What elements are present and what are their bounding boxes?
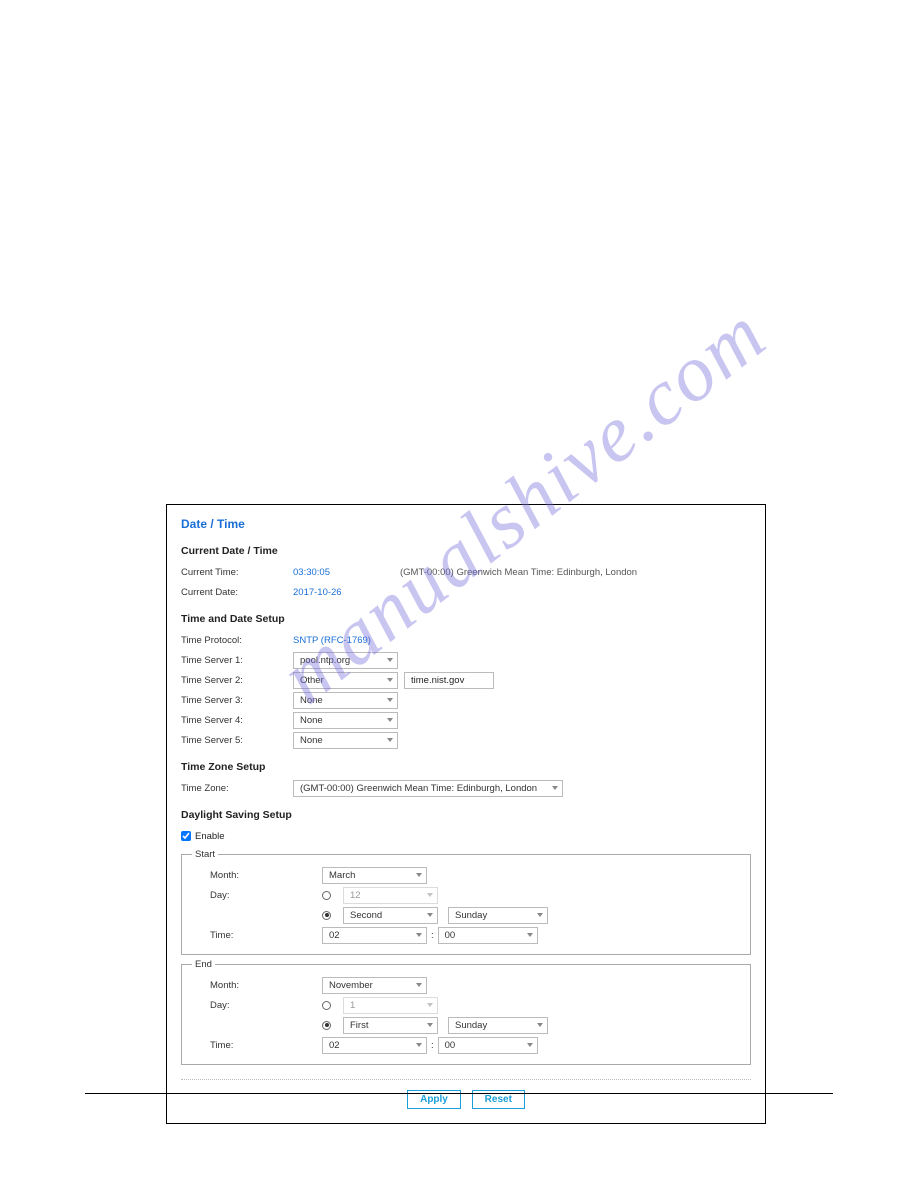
time-protocol-value: SNTP (RFC-1769)	[293, 635, 371, 646]
chevron-down-icon	[416, 1043, 422, 1047]
end-weekday-select[interactable]: Sunday	[448, 1017, 548, 1034]
start-hour-select[interactable]: 02	[322, 927, 427, 944]
start-day-radio-rule[interactable]	[322, 911, 331, 920]
dst-enable-label: Enable	[195, 831, 225, 842]
current-time-value: 03:30:05	[293, 567, 330, 578]
section-dst-setup: Daylight Saving Setup	[181, 809, 751, 821]
chevron-down-icon	[427, 1023, 433, 1027]
chevron-down-icon	[537, 1023, 543, 1027]
dst-start-group: Start Month: March Day: 12 Second Sunday…	[181, 849, 751, 955]
end-minute-select[interactable]: 00	[438, 1037, 538, 1054]
time-server-3-label: Time Server 3:	[181, 695, 293, 706]
start-daynum-select[interactable]: 12	[343, 887, 438, 904]
start-time-label: Time:	[210, 930, 322, 941]
chevron-down-icon	[387, 698, 393, 702]
time-server-5-label: Time Server 5:	[181, 735, 293, 746]
time-server-3-select[interactable]: None	[293, 692, 398, 709]
start-week-select[interactable]: Second	[343, 907, 438, 924]
chevron-down-icon	[527, 1043, 533, 1047]
chevron-down-icon	[416, 983, 422, 987]
section-timezone-setup: Time Zone Setup	[181, 761, 751, 773]
button-row: Apply Reset	[181, 1079, 751, 1109]
time-server-4-select[interactable]: None	[293, 712, 398, 729]
section-current-datetime: Current Date / Time	[181, 545, 751, 557]
chevron-down-icon	[537, 913, 543, 917]
dst-end-legend: End	[192, 959, 215, 970]
end-daynum-select[interactable]: 1	[343, 997, 438, 1014]
current-date-label: Current Date:	[181, 587, 293, 598]
end-day-radio-rule[interactable]	[322, 1021, 331, 1030]
time-separator: :	[431, 930, 434, 941]
chevron-down-icon	[427, 913, 433, 917]
chevron-down-icon	[387, 678, 393, 682]
chevron-down-icon	[527, 933, 533, 937]
chevron-down-icon	[427, 1003, 433, 1007]
section-time-date-setup: Time and Date Setup	[181, 613, 751, 625]
start-month-label: Month:	[210, 870, 322, 881]
dst-start-legend: Start	[192, 849, 218, 860]
time-server-2-select[interactable]: Other	[293, 672, 398, 689]
time-separator: :	[431, 1040, 434, 1051]
end-month-select[interactable]: November	[322, 977, 427, 994]
time-server-5-select[interactable]: None	[293, 732, 398, 749]
end-time-label: Time:	[210, 1040, 322, 1051]
timezone-select[interactable]: (GMT-00:00) Greenwich Mean Time: Edinbur…	[293, 780, 563, 797]
end-month-label: Month:	[210, 980, 322, 991]
time-server-2-input[interactable]: time.nist.gov	[404, 672, 494, 689]
time-protocol-label: Time Protocol:	[181, 635, 293, 646]
chevron-down-icon	[552, 786, 558, 790]
end-day-radio-specific[interactable]	[322, 1001, 331, 1010]
time-server-2-label: Time Server 2:	[181, 675, 293, 686]
end-hour-select[interactable]: 02	[322, 1037, 427, 1054]
footer-divider	[85, 1093, 833, 1094]
chevron-down-icon	[387, 738, 393, 742]
start-day-label: Day:	[210, 890, 322, 901]
chevron-down-icon	[416, 933, 422, 937]
chevron-down-icon	[387, 718, 393, 722]
dst-end-group: End Month: November Day: 1 First Sunday …	[181, 959, 751, 1065]
time-server-1-select[interactable]: pool.ntp.org	[293, 652, 398, 669]
end-day-label: Day:	[210, 1000, 322, 1011]
chevron-down-icon	[427, 893, 433, 897]
current-time-label: Current Time:	[181, 567, 293, 578]
chevron-down-icon	[387, 658, 393, 662]
timezone-label: Time Zone:	[181, 783, 293, 794]
start-month-select[interactable]: March	[322, 867, 427, 884]
time-server-1-label: Time Server 1:	[181, 655, 293, 666]
config-panel: Date / Time Current Date / Time Current …	[166, 504, 766, 1124]
dst-enable-checkbox[interactable]	[181, 831, 191, 841]
start-minute-select[interactable]: 00	[438, 927, 538, 944]
current-timezone-note: (GMT-00:00) Greenwich Mean Time: Edinbur…	[400, 567, 637, 578]
start-day-radio-specific[interactable]	[322, 891, 331, 900]
chevron-down-icon	[416, 873, 422, 877]
end-week-select[interactable]: First	[343, 1017, 438, 1034]
page-title: Date / Time	[181, 517, 751, 531]
current-date-value: 2017-10-26	[293, 587, 342, 598]
start-weekday-select[interactable]: Sunday	[448, 907, 548, 924]
time-server-4-label: Time Server 4:	[181, 715, 293, 726]
